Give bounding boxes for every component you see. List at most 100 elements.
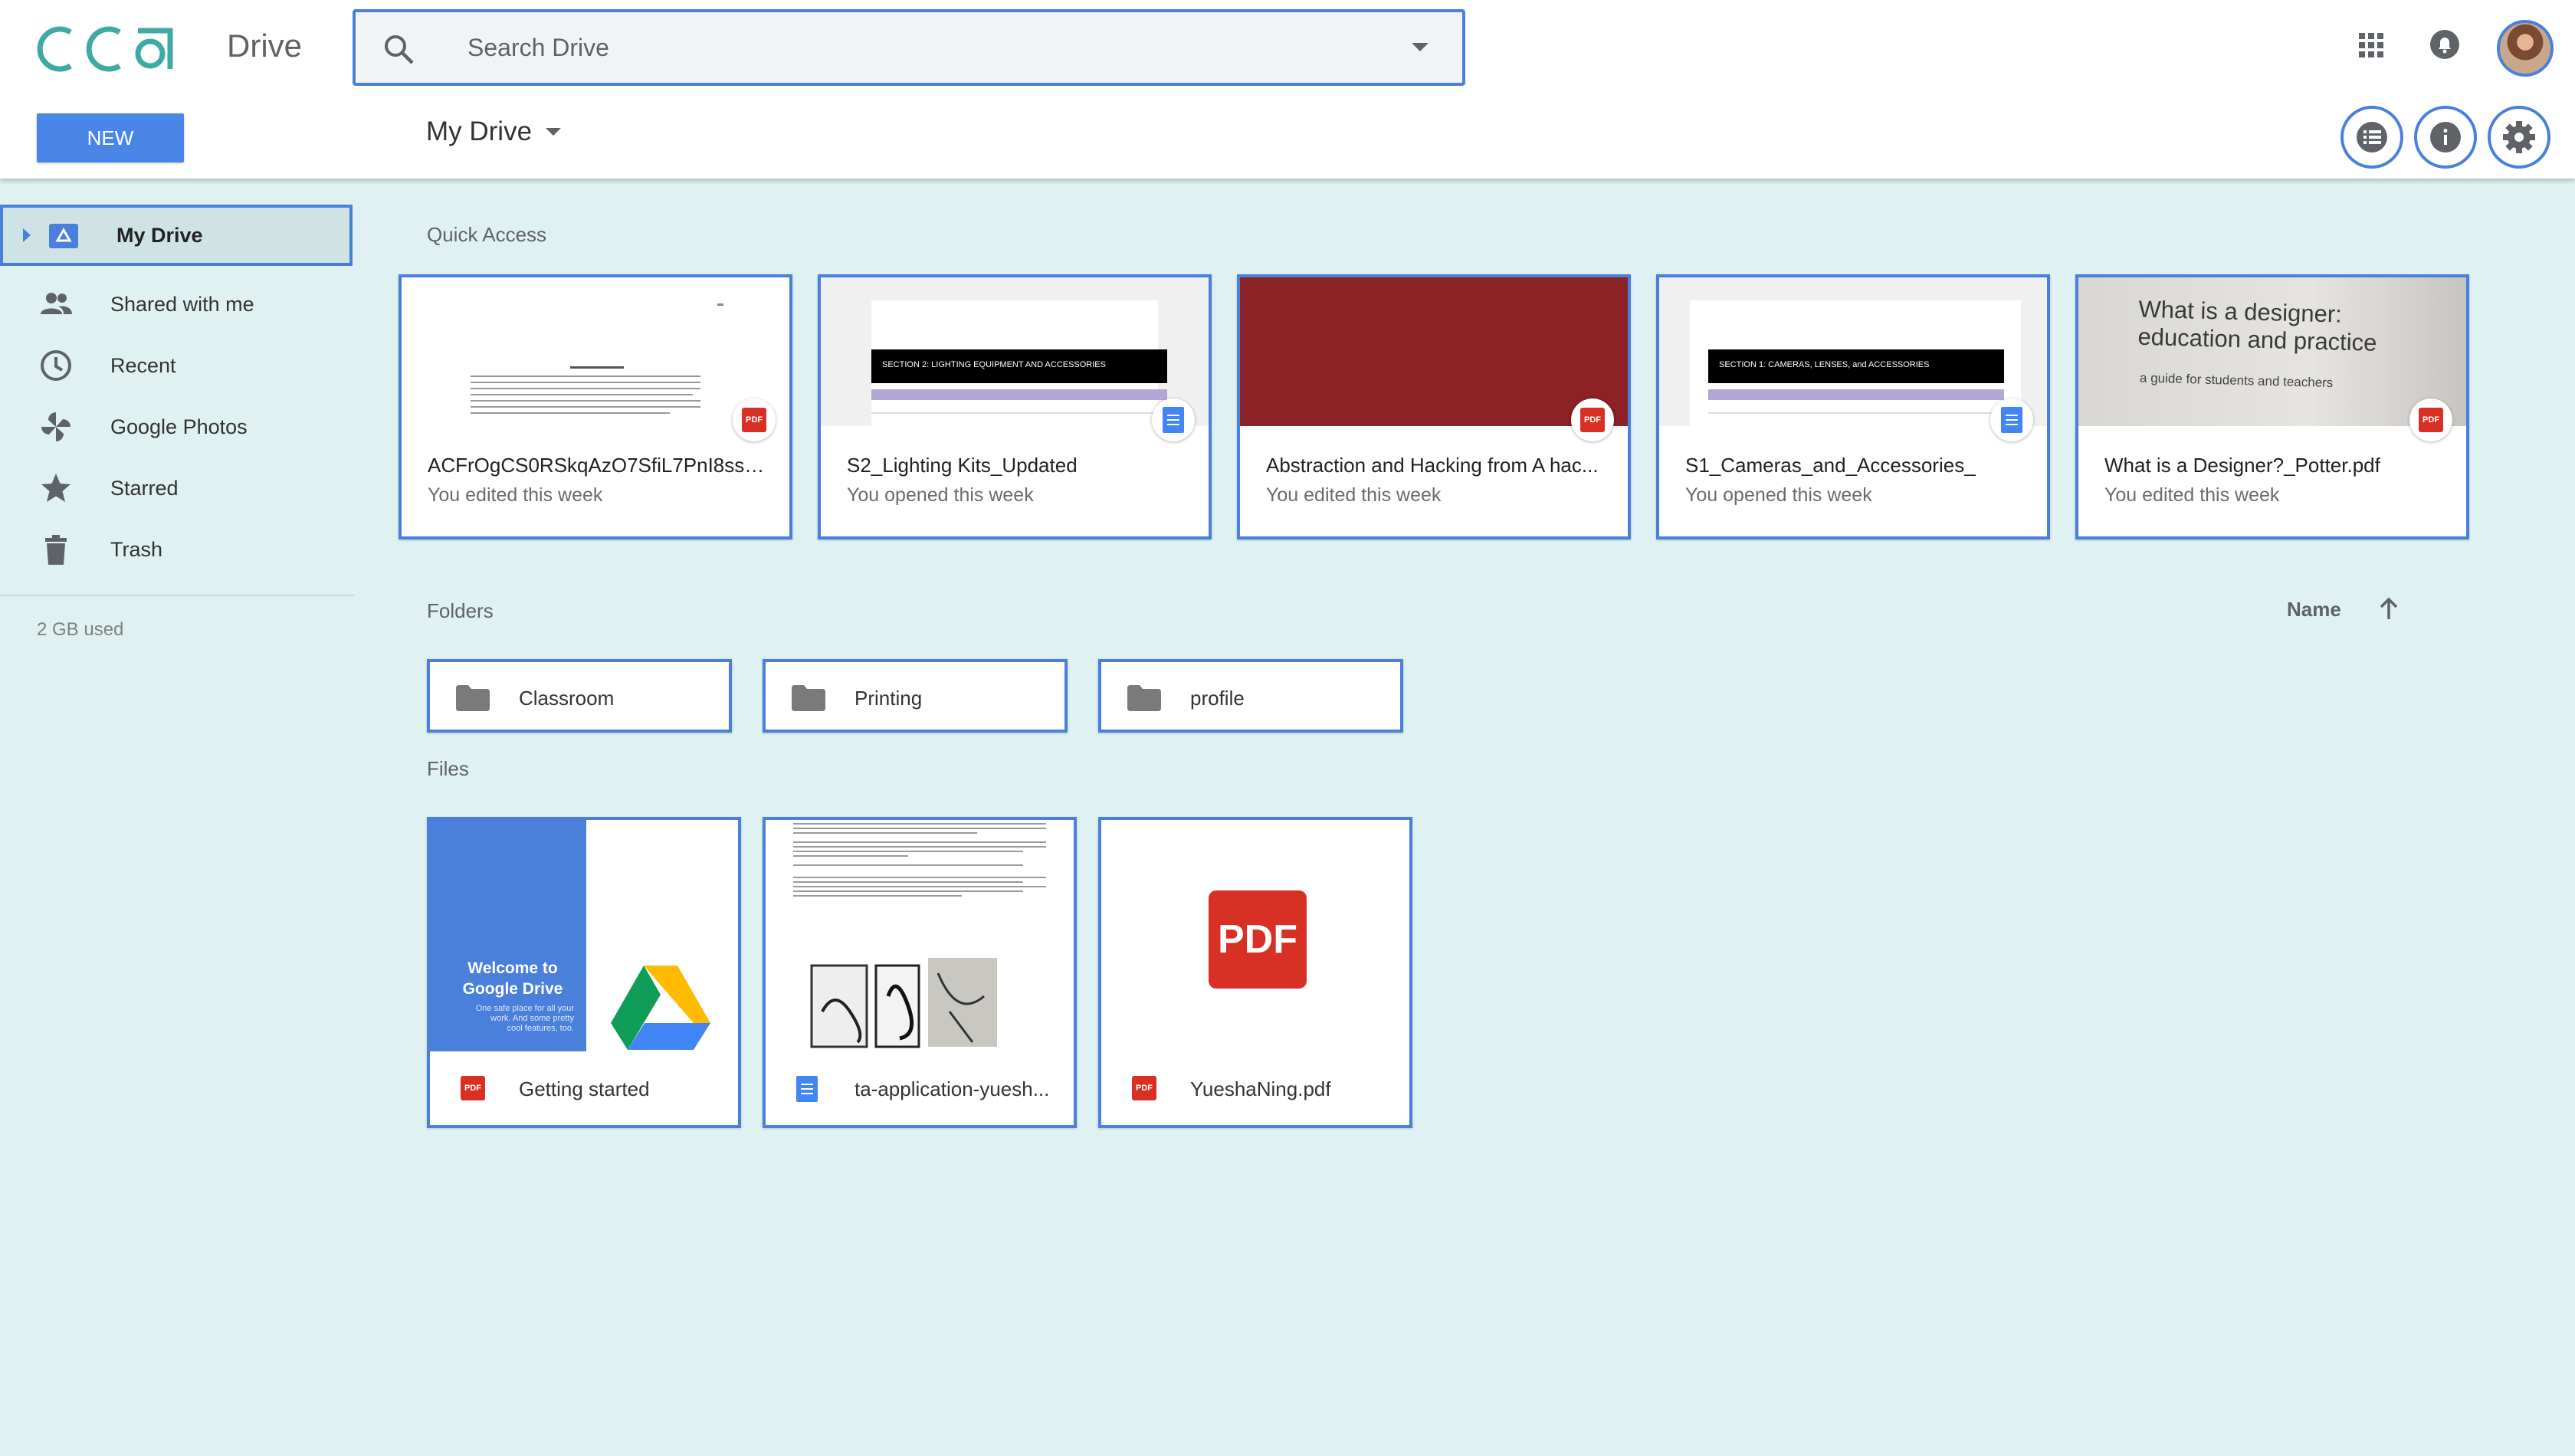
file-thumbnail: SECTION 2: LIGHTING EQUIPMENT AND ACCESS… — [821, 277, 1209, 426]
list-view-button[interactable] — [2340, 106, 2403, 169]
sidebar-item-label: Starred — [110, 476, 179, 500]
search-icon[interactable] — [382, 32, 415, 66]
file-name: ta-application-yuesh... — [855, 1077, 1050, 1100]
sidebar-item-label: Shared with me — [110, 292, 254, 316]
sidebar-item-label: Recent — [110, 353, 176, 377]
sidebar-item-shared-with-me[interactable]: Shared with me — [0, 274, 353, 335]
doc-icon — [796, 1076, 818, 1102]
folder-name: Classroom — [519, 687, 615, 710]
file-thumbnail: What is a designer: education and practi… — [2078, 277, 2466, 426]
file-thumbnail: PDF — [1101, 820, 1409, 1051]
slide-heading: SECTION 1: CAMERAS, LENSES, and ACCESSOR… — [1708, 349, 2004, 383]
quick-access-file-name: ACFrOgCS0RSkqAzO7SfiL7PnI8ssht... — [428, 454, 765, 477]
pdf-icon: PDF — [461, 1076, 485, 1100]
quick-access-file-name: What is a Designer?_Potter.pdf — [2104, 454, 2380, 477]
folder-profile[interactable]: profile — [1098, 659, 1403, 733]
slide-rule — [871, 412, 1167, 414]
doc-icon — [1163, 407, 1184, 433]
slide-rule — [1708, 412, 2004, 414]
quick-access-card[interactable]: SECTION 2: LIGHTING EQUIPMENT AND ACCESS… — [818, 274, 1212, 539]
slide-heading: SECTION 2: LIGHTING EQUIPMENT AND ACCESS… — [871, 349, 1167, 383]
sidebar-item-label: Google Photos — [110, 415, 248, 438]
doc-type-badge — [1990, 398, 2033, 441]
settings-button[interactable] — [2488, 106, 2550, 169]
pdf-icon: PDF — [742, 408, 766, 432]
avatar[interactable] — [2497, 20, 2554, 77]
my-drive-icon — [49, 224, 78, 248]
slide-preview: SECTION 1: CAMERAS, LENSES, and ACCESSOR… — [1690, 300, 2021, 426]
search-options-icon[interactable] — [1412, 43, 1429, 51]
pdf-large-icon: PDF — [1209, 890, 1307, 989]
details-button[interactable] — [2414, 106, 2477, 169]
quick-access-activity: You opened this week — [1685, 484, 1872, 506]
people-icon — [41, 293, 72, 314]
pdf-icon: PDF — [1132, 1076, 1156, 1100]
page-title-text: My Drive — [426, 116, 533, 146]
notifications-bell-icon[interactable] — [2428, 28, 2462, 61]
quick-access-activity: You opened this week — [847, 484, 1034, 506]
folder-printing[interactable]: Printing — [763, 659, 1068, 733]
quick-access-file-name: Abstraction and Hacking from A hac... — [1266, 454, 1599, 477]
search-input[interactable] — [467, 28, 1310, 67]
doc-type-icon — [796, 1076, 824, 1103]
cca-logo[interactable] — [34, 23, 179, 75]
sidebar-item-my-drive[interactable]: My Drive — [0, 205, 353, 266]
file-thumbnail — [1240, 277, 1628, 426]
quick-access-card[interactable]: PDF ACFrOgCS0RSkqAzO7SfiL7PnI8ssht... Yo… — [399, 274, 792, 539]
folder-icon — [456, 685, 490, 711]
pdf-type-icon: PDF — [1132, 1076, 1160, 1103]
page-title[interactable]: My Drive — [426, 116, 562, 147]
book-cover-title: What is a designer: education and practi… — [2137, 295, 2377, 356]
doc-icon — [2001, 407, 2022, 433]
top-bar: Drive NEW My Drive — [0, 0, 2575, 179]
file-card-yueshaning-pdf[interactable]: PDF PDF YueshaNing.pdf — [1098, 817, 1412, 1128]
pinwheel-icon — [41, 412, 71, 441]
info-icon — [2430, 122, 2461, 152]
new-button[interactable]: NEW — [37, 113, 184, 162]
sidebar-item-starred[interactable]: Starred — [0, 457, 353, 519]
folder-name: Printing — [855, 687, 923, 710]
chevron-down-icon[interactable] — [546, 128, 562, 136]
apps-grid-icon[interactable] — [2354, 28, 2388, 62]
sidebar-item-recent[interactable]: Recent — [0, 335, 353, 396]
folder-name: profile — [1190, 687, 1245, 710]
quick-access-card[interactable]: PDF Abstraction and Hacking from A hac..… — [1237, 274, 1631, 539]
folders-heading: Folders — [427, 599, 494, 622]
sidebar-item-trash[interactable]: Trash — [0, 519, 353, 580]
file-thumbnail — [766, 820, 1074, 1051]
file-thumbnail — [402, 277, 789, 426]
clock-icon — [41, 350, 71, 381]
quick-access-card[interactable]: What is a designer: education and practi… — [2075, 274, 2469, 539]
search-bar[interactable] — [353, 9, 1465, 86]
sort-ascending-arrow-icon[interactable] — [2377, 596, 2400, 621]
file-name: Getting started — [519, 1077, 650, 1100]
slide-band — [1708, 389, 2004, 400]
pdf-type-badge: PDF — [2409, 398, 2452, 441]
document-preview — [793, 823, 1046, 1048]
document-preview — [471, 303, 723, 414]
slide-preview: SECTION 2: LIGHTING EQUIPMENT AND ACCESS… — [871, 300, 1167, 426]
star-icon — [41, 474, 71, 502]
sidebar-divider — [0, 595, 355, 596]
file-card-ta-application[interactable]: ta-application-yuesh... — [763, 817, 1077, 1128]
folder-icon — [792, 685, 825, 711]
sidebar-item-label: My Drive — [116, 223, 203, 247]
pdf-icon: PDF — [1580, 408, 1605, 432]
expand-arrow-icon[interactable] — [23, 228, 31, 242]
app-name: Drive — [227, 28, 303, 64]
quick-access-file-name: S1_Cameras_and_Accessories_ — [1685, 454, 1976, 477]
folder-classroom[interactable]: Classroom — [427, 659, 732, 733]
file-name: YueshaNing.pdf — [1190, 1077, 1331, 1100]
welcome-panel: Welcome to Google Drive One safe place f… — [430, 820, 586, 1051]
storage-usage: 2 GB used — [37, 619, 124, 640]
pdf-icon: PDF — [2419, 408, 2443, 432]
folder-icon — [1127, 685, 1161, 711]
file-card-getting-started[interactable]: Welcome to Google Drive One safe place f… — [427, 817, 741, 1128]
trash-icon — [45, 535, 67, 565]
quick-access-activity: You edited this week — [428, 484, 603, 506]
quick-access-card[interactable]: SECTION 1: CAMERAS, LENSES, and ACCESSOR… — [1656, 274, 2050, 539]
sidebar-item-google-photos[interactable]: Google Photos — [0, 396, 353, 457]
slide-band — [871, 389, 1167, 400]
pdf-type-badge: PDF — [733, 398, 776, 441]
sort-by-name-button[interactable]: Name — [2287, 598, 2341, 621]
